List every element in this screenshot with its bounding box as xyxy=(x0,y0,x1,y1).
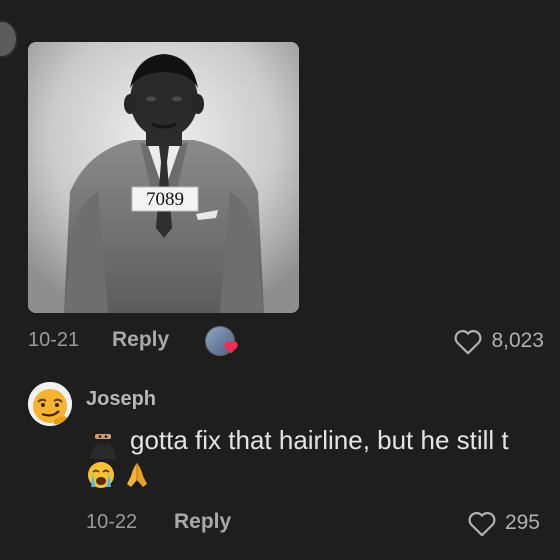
heart-filled-icon xyxy=(224,341,238,354)
reply-button[interactable]: Reply xyxy=(174,510,231,534)
heart-outline-icon xyxy=(454,329,482,354)
comment-date: 10-22 xyxy=(86,511,138,533)
ninja-emoji-icon xyxy=(90,427,116,460)
like-button[interactable]: 295 xyxy=(467,508,540,538)
liked-by-creator-badge xyxy=(205,326,239,356)
portrait-image: 7089 xyxy=(28,42,299,313)
crying-emoji-icon xyxy=(88,462,114,488)
comment-text: gotta fix that hairline, but he still t xyxy=(130,425,509,455)
comment-actions: 10-22 Reply 295 xyxy=(86,508,540,538)
comment-photo[interactable]: 7089 xyxy=(28,42,299,313)
folded-hands-emoji-icon xyxy=(127,463,147,487)
smirk-emoji-icon xyxy=(28,382,72,426)
like-count: 295 xyxy=(504,511,540,534)
avatar[interactable] xyxy=(28,382,72,426)
heart-outline-icon xyxy=(468,511,496,536)
reply-button[interactable]: Reply xyxy=(112,328,169,352)
comment-item: Joseph gotta fix that hairline, but he s… xyxy=(28,382,560,536)
photo-comment-actions: 10-21 Reply 8,023 xyxy=(28,326,548,356)
comment-date: 10-21 xyxy=(28,329,80,351)
comment-text-line: gotta fix that hairline, but he still t xyxy=(86,422,560,460)
badge-number: 7089 xyxy=(146,189,184,210)
partial-avatar[interactable] xyxy=(0,20,18,58)
like-button[interactable]: 8,023 xyxy=(453,326,544,356)
like-count: 8,023 xyxy=(491,329,544,352)
comment-emoji-line xyxy=(86,460,152,490)
username[interactable]: Joseph xyxy=(86,388,156,411)
